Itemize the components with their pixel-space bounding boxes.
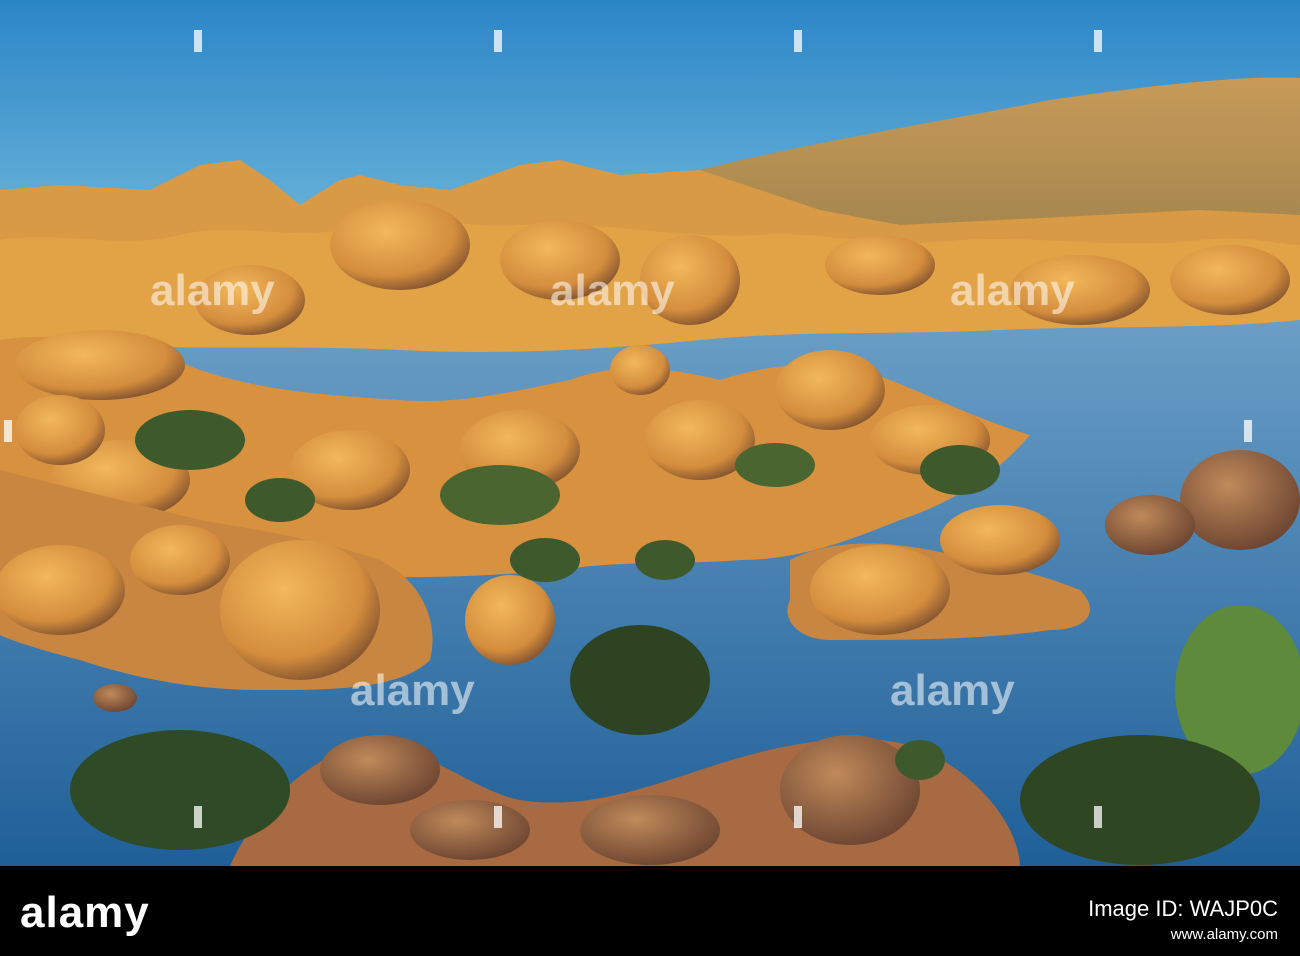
site-url[interactable]: www.alamy.com: [1171, 926, 1278, 943]
boulder: [320, 735, 440, 805]
shrub: [70, 730, 290, 850]
boulder: [330, 200, 470, 290]
boulder: [1180, 450, 1300, 550]
shrub: [1020, 735, 1260, 865]
boulder: [580, 795, 720, 865]
tree: [570, 625, 710, 735]
boulder: [1170, 245, 1290, 315]
shrub: [510, 538, 580, 582]
boulder: [810, 545, 950, 635]
boulder: [640, 235, 740, 325]
boulder: [220, 540, 380, 680]
brand-logo[interactable]: alamy: [20, 888, 150, 938]
footer-bar: alamy Image ID: WAJP0C www.alamy.com: [0, 866, 1300, 956]
boulder: [825, 235, 935, 295]
boulder: [610, 345, 670, 395]
shrub: [635, 540, 695, 580]
boulder: [130, 525, 230, 595]
boulder: [465, 575, 555, 665]
image-id: Image ID: WAJP0C: [1088, 896, 1278, 921]
shrub: [440, 465, 560, 525]
boulder: [940, 505, 1060, 575]
shrub: [735, 443, 815, 487]
boulder: [93, 684, 137, 712]
shrub: [895, 740, 945, 780]
boulder: [410, 800, 530, 860]
shrub: [920, 445, 1000, 495]
boulder: [775, 350, 885, 430]
shrub: [245, 478, 315, 522]
boulder: [0, 545, 125, 635]
boulder: [1105, 495, 1195, 555]
boulder: [195, 265, 305, 335]
landscape-photo: [0, 0, 1300, 866]
boulder: [15, 330, 185, 400]
shrub: [135, 410, 245, 470]
boulder: [15, 395, 105, 465]
boulder: [500, 220, 620, 300]
boulder: [1010, 255, 1150, 325]
